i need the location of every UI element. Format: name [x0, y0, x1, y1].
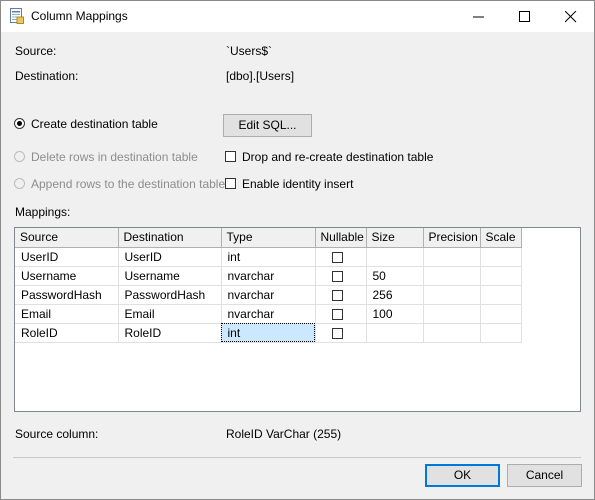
- source-label: Source:: [15, 44, 57, 58]
- table-row[interactable]: Username Username nvarchar 50: [15, 266, 522, 286]
- window-title: Column Mappings: [31, 9, 128, 23]
- source-cell[interactable]: UserID: [15, 247, 119, 267]
- source-cell[interactable]: PasswordHash: [15, 285, 119, 305]
- nullable-cell[interactable]: [315, 247, 367, 267]
- scale-cell[interactable]: [480, 266, 522, 286]
- destination-cell[interactable]: Email: [118, 304, 222, 324]
- minimize-button[interactable]: [456, 1, 502, 32]
- nullable-cell[interactable]: [315, 304, 367, 324]
- precision-cell[interactable]: [423, 285, 481, 305]
- type-cell[interactable]: int: [221, 247, 316, 267]
- source-cell[interactable]: RoleID: [15, 323, 119, 343]
- column-header-destination[interactable]: Destination: [118, 228, 222, 248]
- table-row[interactable]: RoleID RoleID int: [15, 323, 522, 343]
- nullable-cell[interactable]: [315, 266, 367, 286]
- precision-cell[interactable]: [423, 304, 481, 324]
- size-cell[interactable]: 100: [366, 304, 424, 324]
- table-row[interactable]: PasswordHash PasswordHash nvarchar 256: [15, 285, 522, 305]
- footer-divider: [13, 457, 581, 458]
- enable-identity-checkbox[interactable]: [225, 178, 236, 189]
- type-cell[interactable]: nvarchar: [221, 304, 316, 324]
- nullable-cell[interactable]: [315, 285, 367, 305]
- column-mappings-dialog: Column Mappings Source: `Users$` Destina…: [0, 0, 595, 500]
- mappings-table: Source Destination Type Nullable Size Pr…: [15, 228, 522, 343]
- create-table-radio[interactable]: [14, 118, 25, 129]
- close-button[interactable]: [548, 1, 594, 32]
- drop-recreate-label: Drop and re-create destination table: [242, 150, 434, 164]
- nullable-checkbox[interactable]: [331, 308, 343, 320]
- minimize-icon: [473, 16, 484, 18]
- create-table-label: Create destination table: [31, 117, 158, 131]
- source-column-label: Source column:: [15, 427, 99, 441]
- source-column-value: RoleID VarChar (255): [226, 427, 342, 441]
- destination-label: Destination:: [15, 69, 79, 83]
- cancel-button[interactable]: Cancel: [507, 464, 582, 487]
- size-cell[interactable]: 50: [366, 266, 424, 286]
- close-icon: [565, 11, 577, 23]
- maximize-icon: [519, 11, 530, 22]
- column-header-type[interactable]: Type: [221, 228, 316, 248]
- column-header-nullable[interactable]: Nullable: [315, 228, 367, 248]
- source-cell[interactable]: Email: [15, 304, 119, 324]
- destination-cell[interactable]: UserID: [118, 247, 222, 267]
- nullable-checkbox[interactable]: [331, 289, 343, 301]
- scale-cell[interactable]: [480, 323, 522, 343]
- delete-rows-label: Delete rows in destination table: [31, 150, 198, 164]
- precision-cell[interactable]: [423, 323, 481, 343]
- size-cell[interactable]: [366, 323, 424, 343]
- delete-rows-radio[interactable]: [14, 151, 25, 162]
- scale-cell[interactable]: [480, 304, 522, 324]
- destination-cell[interactable]: RoleID: [118, 323, 222, 343]
- table-row[interactable]: UserID UserID int: [15, 247, 522, 267]
- type-cell[interactable]: nvarchar: [221, 285, 316, 305]
- source-cell[interactable]: Username: [15, 266, 119, 286]
- nullable-checkbox[interactable]: [331, 251, 343, 263]
- nullable-cell[interactable]: [315, 323, 367, 343]
- column-header-precision[interactable]: Precision: [423, 228, 481, 248]
- maximize-button[interactable]: [502, 1, 548, 32]
- size-cell[interactable]: [366, 247, 424, 267]
- precision-cell[interactable]: [423, 266, 481, 286]
- append-rows-radio[interactable]: [14, 178, 25, 189]
- source-value: `Users$`: [226, 44, 273, 58]
- nullable-checkbox[interactable]: [331, 270, 343, 282]
- size-cell[interactable]: 256: [366, 285, 424, 305]
- nullable-checkbox[interactable]: [331, 327, 343, 339]
- ok-button[interactable]: OK: [425, 464, 500, 487]
- type-cell[interactable]: nvarchar: [221, 266, 316, 286]
- mappings-grid[interactable]: Source Destination Type Nullable Size Pr…: [14, 227, 581, 412]
- header-row: Source Destination Type Nullable Size Pr…: [15, 228, 522, 248]
- mappings-label: Mappings:: [15, 205, 71, 219]
- precision-cell[interactable]: [423, 247, 481, 267]
- column-header-source[interactable]: Source: [15, 228, 119, 248]
- destination-cell[interactable]: Username: [118, 266, 222, 286]
- title-bar: Column Mappings: [1, 1, 594, 32]
- column-header-size[interactable]: Size: [366, 228, 424, 248]
- edit-sql-button[interactable]: Edit SQL...: [223, 114, 312, 137]
- scale-cell[interactable]: [480, 247, 522, 267]
- destination-cell[interactable]: PasswordHash: [118, 285, 222, 305]
- destination-value: [dbo].[Users]: [226, 69, 295, 83]
- table-document-icon: [10, 8, 24, 24]
- column-header-scale[interactable]: Scale: [480, 228, 522, 248]
- enable-identity-label: Enable identity insert: [242, 177, 354, 191]
- scale-cell[interactable]: [480, 285, 522, 305]
- table-row[interactable]: Email Email nvarchar 100: [15, 304, 522, 324]
- drop-recreate-checkbox[interactable]: [225, 151, 236, 162]
- append-rows-label: Append rows to the destination table: [31, 177, 226, 191]
- type-cell-selected[interactable]: int: [221, 323, 316, 343]
